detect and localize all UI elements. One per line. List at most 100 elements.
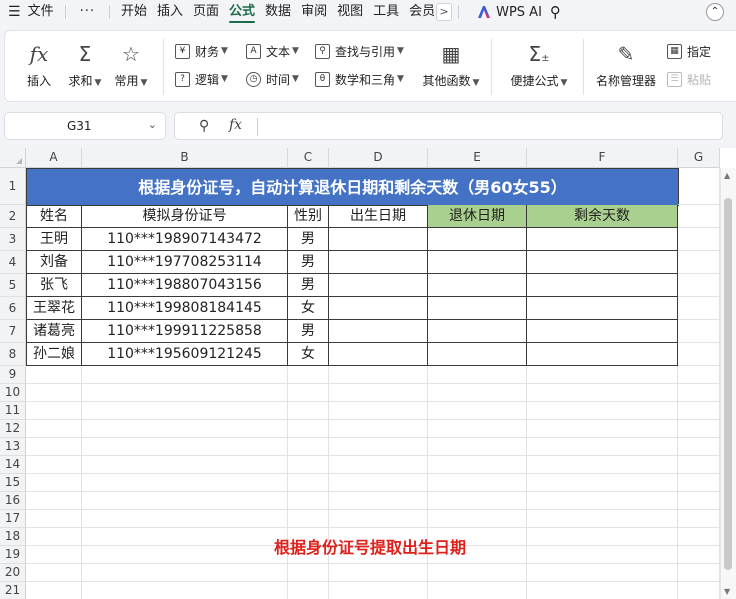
row-header-13[interactable]: 13 [0, 438, 26, 456]
grid-cell[interactable] [678, 456, 720, 474]
grid-cell[interactable] [26, 582, 82, 599]
row-header-3[interactable]: 3 [0, 228, 26, 251]
grid-cell[interactable] [527, 384, 678, 402]
tab-formula[interactable]: 公式 [224, 0, 260, 24]
grid-cell[interactable] [678, 474, 720, 492]
table-cell[interactable] [329, 320, 428, 343]
table-cell[interactable]: 女 [288, 297, 329, 320]
grid-cell[interactable] [678, 420, 720, 438]
row-header-15[interactable]: 15 [0, 474, 26, 492]
table-cell[interactable]: 110***198907143472 [82, 228, 288, 251]
table-cell[interactable]: 男 [288, 251, 329, 274]
table-cell[interactable] [527, 343, 678, 366]
menu-file[interactable]: 文件 [23, 0, 59, 24]
table-cell[interactable]: 110***198807043156 [82, 274, 288, 297]
table-cell[interactable] [527, 251, 678, 274]
table-cell[interactable]: 110***199808184145 [82, 297, 288, 320]
column-header-b[interactable]: B [82, 148, 288, 168]
tab-review[interactable]: 审阅 [296, 0, 332, 24]
table-cell[interactable]: 110***195609121245 [82, 343, 288, 366]
table-cell[interactable]: 男 [288, 274, 329, 297]
grid-cell[interactable] [329, 420, 428, 438]
common-functions-button[interactable]: ☆ 常用 ▼ [109, 41, 153, 89]
grid-cell[interactable] [26, 528, 82, 546]
grid-cell[interactable] [26, 474, 82, 492]
table-cell[interactable]: 王翠花 [26, 297, 82, 320]
grid-cell[interactable] [288, 438, 329, 456]
row-header-4[interactable]: 4 [0, 251, 26, 274]
text-functions-button[interactable]: A 文本 ▼ [246, 40, 299, 62]
grid-cell[interactable] [678, 205, 720, 228]
row-header-1[interactable]: 1 [0, 168, 26, 205]
grid-cell[interactable] [82, 438, 288, 456]
grid-cell[interactable] [678, 251, 720, 274]
grid-cell[interactable] [527, 402, 678, 420]
grid-cell[interactable] [428, 582, 527, 599]
table-cell[interactable] [428, 251, 527, 274]
table-cell[interactable]: 110***199911225858 [82, 320, 288, 343]
table-cell[interactable] [329, 343, 428, 366]
table-header-cell[interactable]: 性别 [288, 205, 329, 228]
grid-cell[interactable] [527, 366, 678, 384]
grid-cell[interactable] [678, 228, 720, 251]
grid-cell[interactable] [329, 366, 428, 384]
grid-cell[interactable] [678, 510, 720, 528]
row-header-16[interactable]: 16 [0, 492, 26, 510]
table-cell[interactable] [527, 274, 678, 297]
scroll-down-icon[interactable]: ▼ [724, 587, 730, 596]
column-header-d[interactable]: D [329, 148, 428, 168]
table-header-cell[interactable]: 姓名 [26, 205, 82, 228]
fx-icon[interactable]: fx [229, 117, 242, 133]
tab-data[interactable]: 数据 [260, 0, 296, 24]
specify-button[interactable]: ▦ 指定 [667, 40, 711, 62]
grid-cell[interactable] [26, 402, 82, 420]
grid-cell[interactable] [329, 510, 428, 528]
table-cell[interactable] [428, 274, 527, 297]
row-header-6[interactable]: 6 [0, 297, 26, 320]
chevron-down-icon[interactable]: ⌄ [148, 118, 157, 131]
grid-cell[interactable] [329, 474, 428, 492]
grid-cell[interactable] [288, 420, 329, 438]
table-cell[interactable]: 女 [288, 343, 329, 366]
grid-cell[interactable] [82, 564, 288, 582]
grid-cell[interactable] [678, 274, 720, 297]
grid-cell[interactable] [82, 582, 288, 599]
time-functions-button[interactable]: ◷ 时间 ▼ [246, 68, 299, 90]
sheet-title[interactable]: 根据身份证号，自动计算退休日期和剩余天数（男60女55） [26, 168, 679, 206]
table-cell[interactable]: 王明 [26, 228, 82, 251]
grid-cell[interactable] [288, 564, 329, 582]
table-cell[interactable] [329, 297, 428, 320]
grid-cell[interactable] [329, 582, 428, 599]
grid-cell[interactable] [82, 420, 288, 438]
column-header-a[interactable]: A [26, 148, 82, 168]
row-header-21[interactable]: 21 [0, 582, 26, 599]
table-cell[interactable] [527, 320, 678, 343]
more-dots-icon[interactable]: ··· [72, 0, 103, 24]
logic-functions-button[interactable]: ? 逻辑 ▼ [175, 68, 228, 90]
grid-cell[interactable] [82, 366, 288, 384]
lookup-functions-button[interactable]: ⚲ 查找与引用 ▼ [315, 40, 404, 62]
grid-cell[interactable] [288, 492, 329, 510]
grid-cell[interactable] [678, 546, 720, 564]
row-header-20[interactable]: 20 [0, 564, 26, 582]
grid-cell[interactable] [527, 546, 678, 564]
table-header-cell[interactable]: 模拟身份证号 [82, 205, 288, 228]
grid-cell[interactable] [678, 528, 720, 546]
grid-cell[interactable] [288, 582, 329, 599]
grid-cell[interactable] [26, 510, 82, 528]
tab-tools[interactable]: 工具 [368, 0, 404, 24]
row-header-14[interactable]: 14 [0, 456, 26, 474]
grid-cell[interactable] [82, 456, 288, 474]
quick-formula-button[interactable]: Σ± 便捷公式 ▼ [507, 41, 571, 89]
grid-cell[interactable] [428, 402, 527, 420]
name-box[interactable]: G31 ⌄ [4, 112, 166, 140]
grid-cell[interactable] [82, 384, 288, 402]
row-header-10[interactable]: 10 [0, 384, 26, 402]
grid-cell[interactable] [428, 564, 527, 582]
grid-cell[interactable] [329, 456, 428, 474]
row-header-19[interactable]: 19 [0, 546, 26, 564]
grid-cell[interactable] [288, 366, 329, 384]
table-cell[interactable] [527, 297, 678, 320]
grid-cell[interactable] [527, 564, 678, 582]
grid-cell[interactable] [26, 438, 82, 456]
